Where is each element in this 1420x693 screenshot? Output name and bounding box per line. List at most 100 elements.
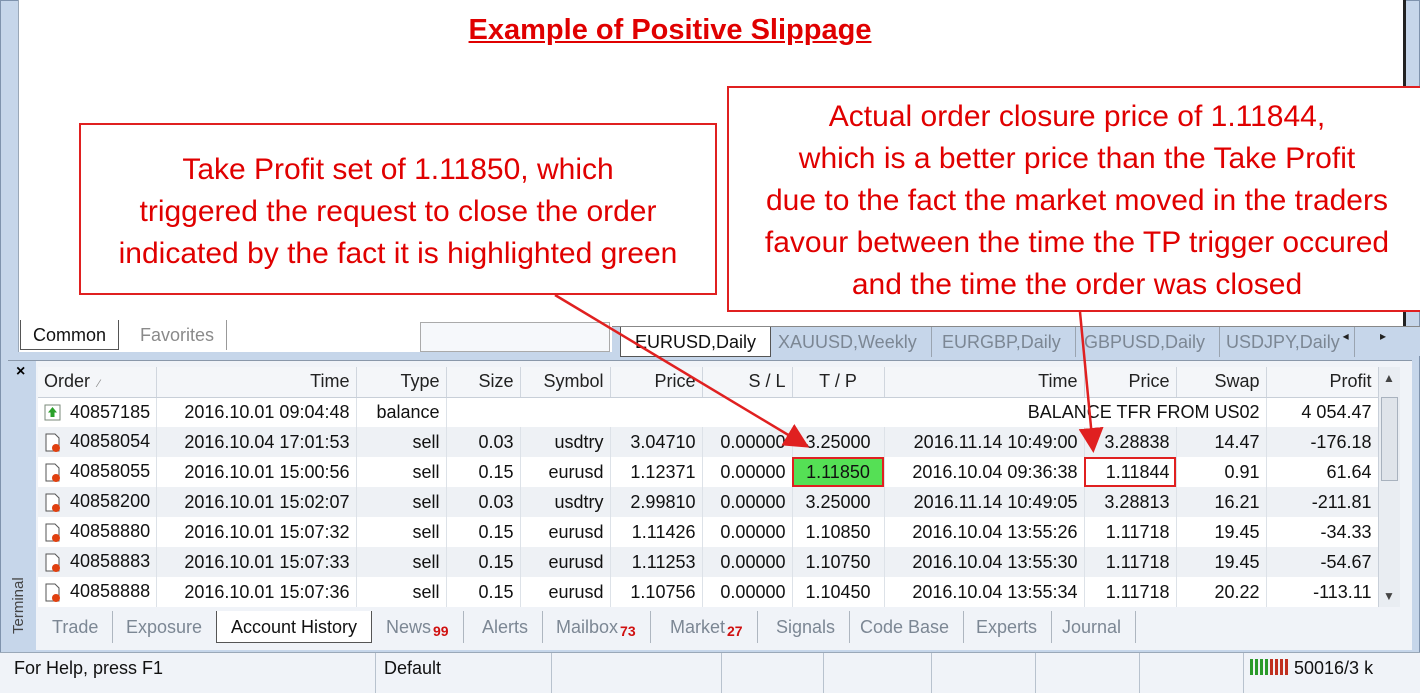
table-row[interactable]: 40858055 2016.10.01 15:00:56 sell 0.15 e… <box>38 457 1378 487</box>
callout-line: and the time the order was closed <box>851 268 1303 301</box>
stop-loss: 0.00000 <box>702 487 793 517</box>
callout-line: due to the fact the market moved in the … <box>765 184 1388 217</box>
swap: 19.45 <box>1176 547 1267 577</box>
order-number: 40858054 <box>70 431 151 452</box>
tab-signals[interactable]: Signals <box>762 611 851 643</box>
stop-loss: 0.00000 <box>702 427 793 457</box>
status-cell-empty <box>824 653 932 693</box>
tab-exposure[interactable]: Exposure <box>112 611 218 643</box>
size: 0.03 <box>446 487 521 517</box>
connection-bars-icon <box>1250 654 1288 684</box>
open-price: 2.99810 <box>610 487 703 517</box>
order-type: balance <box>356 397 447 427</box>
chart-tab-eurusd-daily[interactable]: EURUSD,Daily <box>620 327 772 357</box>
open-time: 2016.10.01 09:04:48 <box>156 397 357 427</box>
order-number: 40858883 <box>70 551 151 572</box>
table-row[interactable]: 40858888 2016.10.01 15:07:36 sell 0.15 e… <box>38 577 1378 607</box>
order-number: 40858888 <box>70 581 151 602</box>
take-profit: 3.25000 <box>792 427 885 457</box>
take-profit: 3.25000 <box>792 487 885 517</box>
open-price: 3.04710 <box>610 427 703 457</box>
terminal-sidebar: × Terminal <box>8 361 36 651</box>
balance-icon <box>44 403 62 423</box>
order-number: 40858200 <box>70 491 151 512</box>
open-price: 1.11426 <box>610 517 703 547</box>
symbol: usdtry <box>520 487 611 517</box>
callout-closure-price: Actual order closure price of 1.11844, w… <box>727 86 1420 312</box>
column-header-sl[interactable]: S / L <box>702 367 793 398</box>
status-cell-empty <box>552 653 722 693</box>
column-header-price[interactable]: Price <box>610 367 703 398</box>
stop-loss: 0.00000 <box>702 517 793 547</box>
scroll-down-icon[interactable]: ▼ <box>1383 589 1395 603</box>
open-price: 1.12371 <box>610 457 703 487</box>
scrollbar-thumb[interactable] <box>1381 397 1398 481</box>
column-header-swap[interactable]: Swap <box>1176 367 1267 398</box>
column-header-symbol[interactable]: Symbol <box>520 367 611 398</box>
callout-line: Actual order closure price of 1.11844, <box>828 100 1326 133</box>
table-row[interactable]: 40858880 2016.10.01 15:07:32 sell 0.15 e… <box>38 517 1378 547</box>
column-header-profit[interactable]: Profit <box>1266 367 1378 398</box>
order-icon <box>44 583 62 603</box>
table-row[interactable]: 40858200 2016.10.01 15:02:07 sell 0.03 u… <box>38 487 1378 517</box>
tab-code-base[interactable]: Code Base <box>846 611 965 643</box>
chart-tab-eurgbp-daily[interactable]: EURGBP,Daily <box>928 327 1076 357</box>
mailbox-count-badge: 73 <box>620 623 636 639</box>
status-bar: For Help, press F1 Default 50016/3 k <box>0 652 1420 693</box>
symbol: eurusd <box>520 457 611 487</box>
column-header-type[interactable]: Type <box>356 367 447 398</box>
table-row[interactable]: 40857185 2016.10.01 09:04:48 balance BAL… <box>38 397 1378 427</box>
tab-market[interactable]: Market 27 <box>656 611 758 643</box>
close-price-highlighted: 1.11844 <box>1084 457 1177 487</box>
close-icon[interactable]: × <box>16 363 25 381</box>
table-row[interactable]: 40858054 2016.10.04 17:01:53 sell 0.03 u… <box>38 427 1378 457</box>
tab-journal[interactable]: Journal <box>1048 611 1137 643</box>
open-time: 2016.10.01 15:00:56 <box>156 457 357 487</box>
order-icon <box>44 433 62 453</box>
market-count-badge: 27 <box>727 623 743 639</box>
chart-area: Example of Positive Slippage Take Profit… <box>18 0 1420 352</box>
status-cell-empty <box>1036 653 1140 693</box>
order-number: 40858880 <box>70 521 151 542</box>
column-header-close-price[interactable]: Price <box>1084 367 1177 398</box>
size: 0.15 <box>446 577 521 607</box>
close-price: 1.11718 <box>1084 577 1177 607</box>
symbol: eurusd <box>520 517 611 547</box>
tab-favorites[interactable]: Favorites <box>128 320 228 350</box>
order-type: sell <box>356 577 447 607</box>
connection-status[interactable]: 50016/3 k <box>1250 653 1373 683</box>
scroll-up-icon[interactable]: ▲ <box>1383 371 1395 385</box>
column-header-size[interactable]: Size <box>446 367 521 398</box>
chart-tab-xauusd-weekly[interactable]: XAUUSD,Weekly <box>764 327 932 357</box>
tab-mailbox[interactable]: Mailbox 73 <box>542 611 651 643</box>
open-price: 1.11253 <box>610 547 703 577</box>
column-header-time[interactable]: Time <box>156 367 357 398</box>
symbol: eurusd <box>520 547 611 577</box>
close-time: 2016.10.04 13:55:26 <box>884 517 1085 547</box>
callout-take-profit: Take Profit set of 1.11850, which trigge… <box>79 123 717 295</box>
symbol: usdtry <box>520 427 611 457</box>
tab-experts[interactable]: Experts <box>962 611 1053 643</box>
stop-loss: 0.00000 <box>702 457 793 487</box>
tab-scroll-arrows[interactable]: ◂ ▸ <box>1343 329 1400 343</box>
vertical-scrollbar[interactable]: ▲ ▼ <box>1378 367 1400 607</box>
take-profit-highlighted: 1.11850 <box>792 457 885 487</box>
profit: -176.18 <box>1266 427 1378 457</box>
navigator-tabs: Common Favorites <box>18 318 418 354</box>
chart-tab-gbpusd-daily[interactable]: GBPUSD,Daily <box>1070 327 1221 357</box>
column-header-tp[interactable]: T / P <box>792 367 885 398</box>
column-header-order[interactable]: Order ⁄ <box>38 367 157 398</box>
tab-news[interactable]: News 99 <box>372 611 464 643</box>
terminal-label: Terminal <box>10 577 27 635</box>
terminal-panel: × Terminal Order ⁄ Time Type Size Symbol … <box>8 360 1412 651</box>
tab-alerts[interactable]: Alerts <box>468 611 544 643</box>
tab-common[interactable]: Common <box>20 320 120 350</box>
tab-account-history[interactable]: Account History <box>216 611 373 643</box>
tab-trade[interactable]: Trade <box>38 611 114 643</box>
table-header: Order ⁄ Time Type Size Symbol Price S / L… <box>38 367 1378 398</box>
callout-line: Take Profit set of 1.11850, which <box>182 153 614 186</box>
column-header-close-time[interactable]: Time <box>884 367 1085 398</box>
chart-tab-usdjpy-daily[interactable]: USDJPY,Daily <box>1212 327 1355 357</box>
table-row[interactable]: 40858883 2016.10.01 15:07:33 sell 0.15 e… <box>38 547 1378 577</box>
swap: 16.21 <box>1176 487 1267 517</box>
